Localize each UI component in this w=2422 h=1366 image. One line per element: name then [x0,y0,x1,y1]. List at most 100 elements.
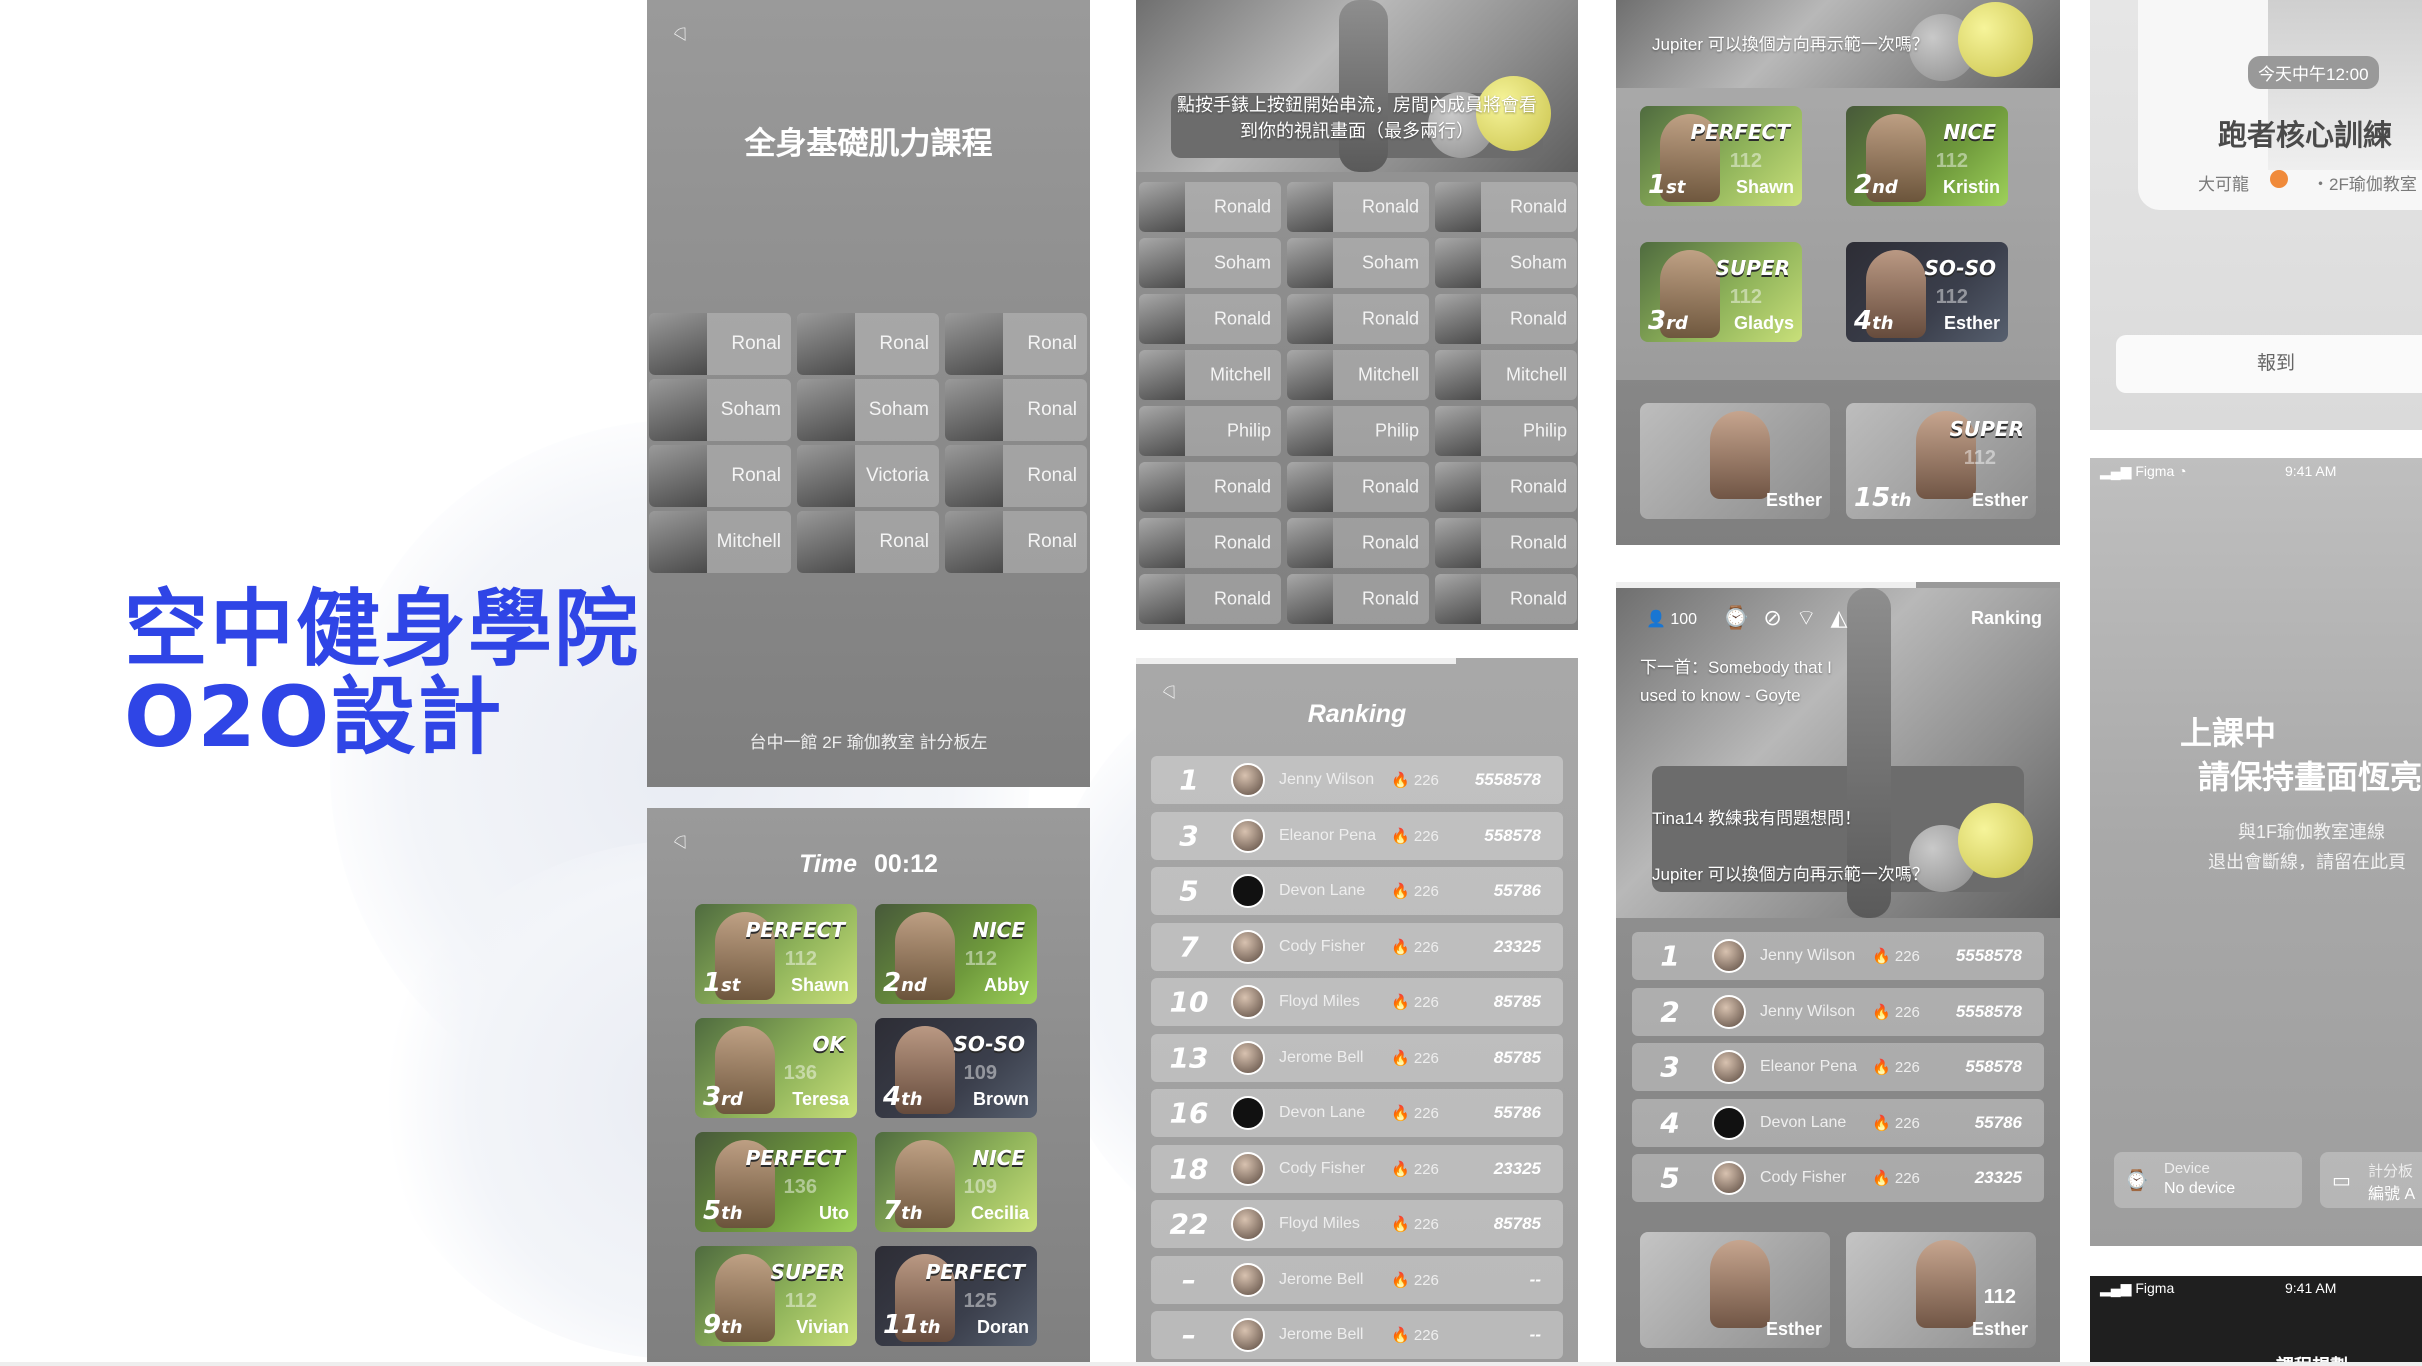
volume-off-icon[interactable]: ◭ [1831,605,1862,630]
ranking-row[interactable]: 3 Eleanor Pena 🔥 226 558578 [1151,811,1563,860]
ranking-row[interactable]: 2 Jenny Wilson 🔥 226 5558578 [1632,987,2044,1036]
status-bar: ▂▄▆ Figma 9:41 AM [2100,1280,2422,1297]
participant-tile[interactable]: Ronal [797,511,939,573]
calorie-value: 226 [1413,1216,1439,1233]
participant-tile[interactable]: Ronal [797,313,939,375]
rank-card[interactable]: NICE 112 2nd Kristin [1846,106,2008,206]
calorie-value: 226 [1894,1114,1920,1132]
participant-tile[interactable]: Mitchell [1139,350,1281,400]
ranking-row[interactable]: 5 Cody Fisher 🔥 226 23325 [1632,1154,2044,1202]
avatar [1231,1040,1265,1075]
rank-card[interactable]: SO-SO 109 4th Brown [875,1018,1037,1118]
course-card[interactable]: 今天中午12:00 跑者核心訓練 大可龍 ・2F瑜伽教室 [2138,0,2422,210]
participant-tile[interactable]: Ronald [1287,294,1429,344]
participant-tile[interactable]: Soham [797,379,939,441]
participant-tile[interactable]: Ronald [1435,294,1577,344]
avatar [1139,462,1185,512]
participant-tile[interactable]: Ronald [1287,182,1429,232]
participant-tile[interactable]: Ronald [1139,294,1281,344]
avatar [797,511,855,573]
ranking-row[interactable]: – Jerome Bell 🔥 226 -- [1151,1255,1563,1304]
participant-tile[interactable]: Ronal [649,445,791,507]
avatar [1287,294,1333,344]
participant-tile[interactable]: Ronal [945,379,1087,441]
ranking-row[interactable]: 3 Eleanor Pena 🔥 226 558578 [1632,1043,2044,1091]
participant-tile[interactable]: Mitchell [649,511,791,573]
rank-place: 11th [883,1310,941,1340]
participant-tile[interactable]: Mitchell [1435,350,1577,400]
participant-tile[interactable]: Ronald [1139,182,1281,232]
ranking-row[interactable]: – Jerome Bell 🔥 226 -- [1151,1311,1563,1359]
participant-tile[interactable]: Ronal [649,313,791,375]
avatar [1139,238,1185,288]
ranking-row[interactable]: 13 Jerome Bell 🔥 226 85785 [1151,1033,1563,1082]
participant-tile[interactable]: Mitchell [1287,350,1429,400]
device-card[interactable]: ⌚ Device No device [2114,1152,2302,1208]
status-icons: ⌚⊘⌔◭ [1722,604,1861,632]
watch-icon[interactable]: ⌚ [1722,605,1763,630]
ranking-row[interactable]: 5 Devon Lane 🔥 226 55786 [1151,867,1563,915]
participant-name: Ronald [1213,588,1271,609]
rating-badge: PERFECT [745,918,845,942]
ranking-row[interactable]: 7 Cody Fisher 🔥 226 23325 [1151,922,1563,971]
avatar [1712,1050,1746,1084]
rank-card[interactable]: NICE 109 7th Cecilia [875,1132,1037,1232]
ranking-row[interactable]: 16 Devon Lane 🔥 226 55786 [1151,1089,1563,1137]
participant-tile[interactable]: Ronald [1435,182,1577,232]
participant-card[interactable]: Esther [1640,1232,1830,1348]
participant-card[interactable]: SUPER 112 15th Esther [1846,403,2036,519]
rank-card[interactable]: SO-SO 112 4th Esther [1846,242,2008,342]
rank-card[interactable]: SUPER 112 3rd Gladys [1640,242,1802,342]
rank-card[interactable]: PERFECT 112 1st Shawn [695,904,857,1004]
participant-tile[interactable]: Philip [1139,406,1281,456]
avatar [1712,1105,1746,1140]
score: 112 [1935,150,1968,172]
rank-card[interactable]: PERFECT 125 11th Doran [875,1246,1037,1346]
ranking-row[interactable]: 1 Jenny Wilson 🔥 226 5558578 [1632,932,2044,980]
ranking-row[interactable]: 22 Floyd Miles 🔥 226 85785 [1151,1200,1563,1248]
scoreboard-card[interactable]: ▭ 計分板 編號 A [2320,1152,2422,1208]
ranking-row[interactable]: 1 Jenny Wilson 🔥 226 5558578 [1151,756,1563,804]
checkin-button[interactable]: 報到 [2116,335,2422,393]
participant-name: Ronald [1509,588,1567,609]
participant-tile[interactable]: Soham [1435,238,1577,288]
participant-tile[interactable]: Ronald [1287,462,1429,512]
participant-tile[interactable]: Ronal [945,313,1087,375]
participant-tile[interactable]: Ronald [1139,574,1281,624]
participant-tile[interactable]: Ronald [1435,462,1577,512]
rank-card[interactable]: OK 136 3rd Teresa [695,1018,857,1118]
participant-tile[interactable]: Ronal [945,511,1087,573]
participant-tile[interactable]: Philip [1287,406,1429,456]
rank-card[interactable]: SUPER 112 9th Vivian [695,1246,857,1346]
calorie-count: 🔥 226 [1391,1160,1439,1178]
ranking-row[interactable]: 4 Devon Lane 🔥 226 55786 [1632,1098,2044,1147]
participant-tile[interactable]: Ronal [945,445,1087,507]
participant-card[interactable]: 112 Esther [1846,1232,2036,1348]
participant-tile[interactable]: Victoria [797,445,939,507]
ranking-row[interactable]: 10 Floyd Miles 🔥 226 85785 [1151,978,1563,1026]
participant-tile[interactable]: Soham [1139,238,1281,288]
rank-card[interactable]: NICE 112 2nd Abby [875,904,1037,1004]
rank-card[interactable]: PERFECT 136 5th Uto [695,1132,857,1232]
wifi-off-icon[interactable]: ⌔ [1796,605,1831,630]
participant-tile[interactable]: Ronald [1287,518,1429,568]
participant-tile[interactable]: Ronald [1139,462,1281,512]
participant-card[interactable]: Esther [1640,403,1830,519]
ranking-row[interactable]: 18 Cody Fisher 🔥 226 23325 [1151,1144,1563,1193]
avatar [1287,182,1333,232]
participant-tile[interactable]: Soham [649,379,791,441]
wifi-icon: ◔ [2178,463,2187,479]
participant-tile[interactable]: Soham [1287,238,1429,288]
ranking-label[interactable]: Ranking [1971,608,2042,629]
sync-icon[interactable]: ⊘ [1763,605,1795,630]
rank-card[interactable]: PERFECT 112 1st Shawn [1640,106,1802,206]
participant-tile[interactable]: Ronald [1287,574,1429,624]
participant-tile[interactable]: Ronald [1139,518,1281,568]
calorie-count: 🔥 226 [1391,1326,1439,1344]
participant-tile[interactable]: Ronald [1435,574,1577,624]
participant-tile[interactable]: Philip [1435,406,1577,456]
participant-tile[interactable]: Ronald [1435,518,1577,568]
video-stream-screen: 點按手錶上按鈕開始串流，房間內成員將會看 到你的視訊畫面（最多兩行） Ronal… [1136,0,1578,630]
participant-name: Kristin [1942,177,2000,197]
rank-number: 7 [883,1196,902,1226]
